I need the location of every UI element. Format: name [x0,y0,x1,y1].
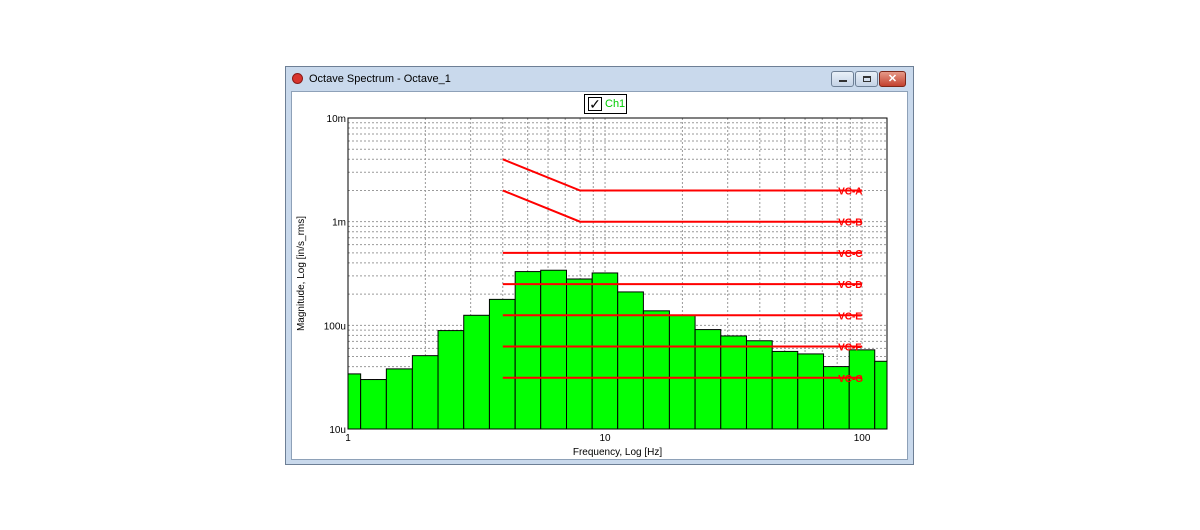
octave-bar [540,269,567,430]
octave-bar [591,272,619,430]
minimize-icon [839,80,847,82]
octave-bar [385,368,413,430]
y-tick-label: 10m [327,114,346,125]
octave-bar [437,330,465,430]
x-tick-label: 10 [599,433,611,444]
close-button[interactable]: ✕ [879,71,906,87]
criteria-label: VC-G [838,374,863,385]
x-axis-label: Frequency, Log [Hz] [573,447,663,458]
criteria-label: VC-E [838,311,862,322]
octave-bar [745,340,773,430]
octave-bar [565,278,593,430]
app-icon[interactable] [292,73,303,84]
criteria-label: VC-F [838,342,861,353]
octave-bar [347,373,362,430]
criteria-label: VC-A [838,186,862,197]
criteria-label: VC-C [838,249,862,260]
maximize-icon [863,76,871,82]
octave-bar [360,379,387,430]
octave-bar [642,310,670,430]
maximize-button[interactable] [855,71,878,87]
x-tick-label: 100 [854,433,871,444]
octave-bar [463,314,490,430]
octave-bar [694,329,722,430]
octave-bar [874,360,888,430]
y-tick-label: 10u [329,425,346,436]
y-tick-label: 1m [332,218,346,229]
octave-bar [411,355,439,430]
octave-bar [848,349,876,430]
chart-area: ✓ Ch1 VC-A VC-B VC-C VC-D VC-E VC-F VC-G 1 10 100… [291,91,908,460]
x-tick-label: 1 [345,433,351,444]
minimize-button[interactable] [831,71,854,87]
octave-chart[interactable]: VC-A VC-B VC-C VC-D VC-E VC-F VC-G 1 10 100 10u 100… [292,92,907,459]
octave-bar [797,353,825,430]
title-bar[interactable]: Octave Spectrum - Octave_1 ✕ [286,67,913,91]
octave-bar [771,350,799,430]
octave-spectrum-window[interactable]: Octave Spectrum - Octave_1 ✕ ✓ Ch1 VC-A V… [285,66,914,465]
y-tick-label: 100u [324,321,346,332]
octave-bar [668,314,696,430]
criteria-label: VC-D [838,280,862,291]
octave-bar [488,298,516,430]
octave-bar [720,335,747,430]
octave-bar [617,291,644,430]
close-icon: ✕ [887,73,898,85]
octave-bar [514,271,542,430]
window-title: Octave Spectrum - Octave_1 [309,73,451,85]
y-axis-label: Magnitude, Log [in/s_rms] [296,216,307,331]
criteria-label: VC-B [838,218,862,229]
